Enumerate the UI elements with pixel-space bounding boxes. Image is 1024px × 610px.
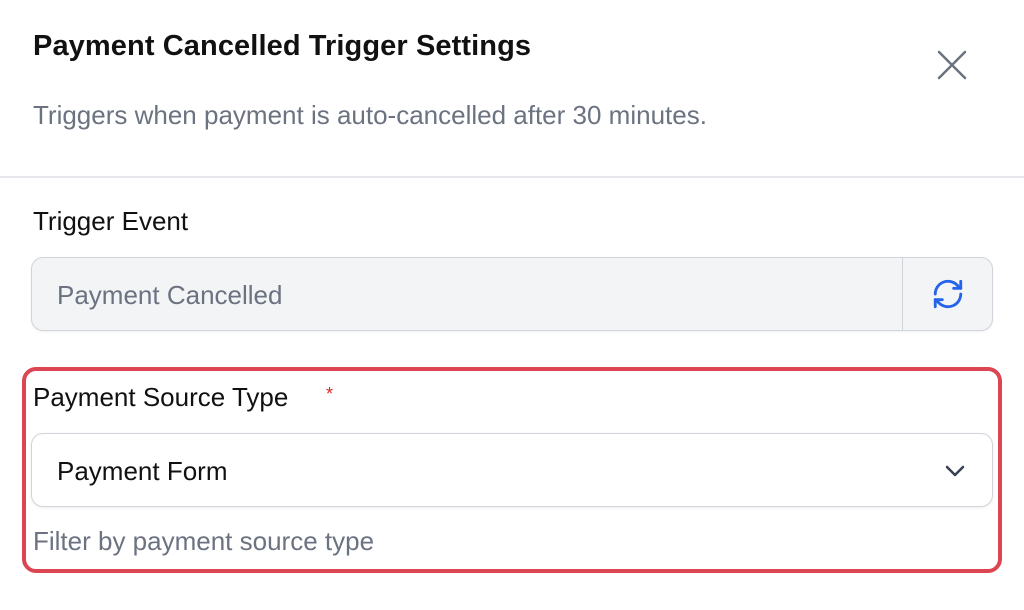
- panel-subtitle: Triggers when payment is auto-cancelled …: [33, 100, 707, 130]
- close-button[interactable]: [930, 43, 974, 87]
- trigger-event-value: Payment Cancelled: [57, 280, 283, 310]
- trigger-event-label: Trigger Event: [33, 206, 189, 236]
- refresh-icon: [933, 279, 962, 309]
- chevron-down-icon: [942, 458, 968, 484]
- payment-source-selected-value: Payment Form: [57, 456, 228, 486]
- payment-source-help-text: Filter by payment source type: [33, 526, 375, 556]
- required-marker: *: [326, 384, 334, 404]
- trigger-settings-panel: Payment Cancelled Trigger Settings Trigg…: [0, 0, 1024, 610]
- panel-header: Payment Cancelled Trigger Settings Trigg…: [0, 0, 1024, 178]
- panel-title: Payment Cancelled Trigger Settings: [33, 30, 532, 62]
- payment-source-label: Payment Source Type: [33, 382, 289, 412]
- trigger-event-field: Payment Cancelled: [31, 257, 993, 331]
- payment-source-select[interactable]: Payment Form: [31, 433, 993, 507]
- refresh-button[interactable]: [902, 258, 992, 330]
- close-icon: [937, 50, 967, 80]
